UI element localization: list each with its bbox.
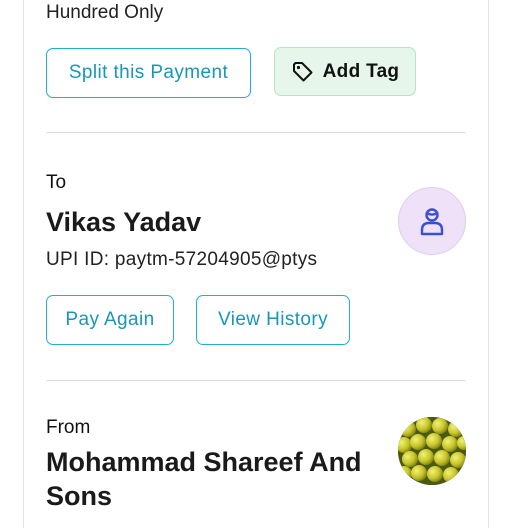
view-history-button[interactable]: View History — [196, 295, 350, 345]
add-tag-button[interactable]: Add Tag — [274, 47, 416, 96]
from-label: From — [46, 417, 91, 438]
sender-avatar — [398, 417, 466, 485]
merchant-photo-icon — [398, 417, 466, 485]
to-label: To — [46, 172, 67, 193]
pay-again-button[interactable]: Pay Again — [46, 295, 174, 345]
divider — [46, 132, 466, 133]
recipient-avatar — [398, 187, 466, 255]
amount-in-words: Hundred Only — [46, 2, 164, 23]
sender-name: Mohammad Shareef And Sons — [46, 447, 362, 511]
add-tag-label: Add Tag — [322, 60, 400, 82]
split-payment-button[interactable]: Split this Payment — [46, 48, 251, 98]
upi-id: UPI ID: paytm-57204905@ptys — [46, 249, 318, 270]
divider — [46, 380, 466, 381]
recipient-name: Vikas Yadav — [46, 207, 202, 237]
person-icon — [414, 203, 450, 239]
tag-icon — [291, 60, 315, 84]
